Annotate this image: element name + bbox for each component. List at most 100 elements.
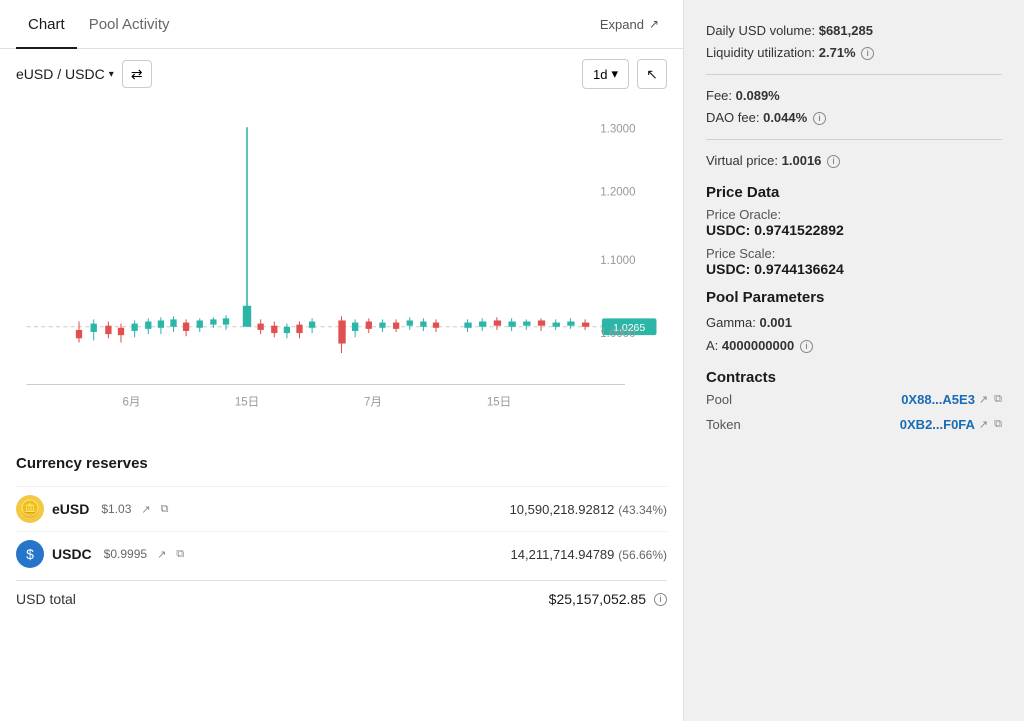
reserve-row-usdc: $ USDC $0.9995 ↗ ⧉ 14,211,714.94789 (56.… xyxy=(16,531,667,576)
interval-button[interactable]: 1d ▾ xyxy=(582,59,629,89)
a-row: A: 4000000000 i xyxy=(706,335,1002,357)
fee-row: Fee: 0.089% xyxy=(706,85,1002,107)
dao-fee-row: DAO fee: 0.044% i xyxy=(706,107,1002,129)
eusd-amount: 10,590,218.92812 xyxy=(510,502,615,517)
price-scale-currency: USDC: xyxy=(706,261,750,277)
svg-text:7月: 7月 xyxy=(364,397,382,409)
token-contract-label: Token xyxy=(706,417,761,432)
tab-chart[interactable]: Chart xyxy=(16,0,77,49)
pool-params-title: Pool Parameters xyxy=(706,289,1002,306)
usd-total-value: $25,157,052.85 xyxy=(549,591,646,607)
gamma-row: Gamma: 0.001 xyxy=(706,312,1002,334)
price-oracle-row: Price Oracle: USDC: 0.9741522892 xyxy=(706,207,1002,238)
svg-text:1.3000: 1.3000 xyxy=(600,124,635,136)
dao-fee-label: DAO fee: xyxy=(706,110,759,125)
eusd-icon: 🪙 xyxy=(16,495,44,523)
usdc-copy-button[interactable]: ⧉ xyxy=(176,548,184,561)
pair-name: eUSD / USDC xyxy=(16,66,105,82)
cursor-icon: ↖ xyxy=(646,66,658,83)
usdc-price: $0.9995 xyxy=(104,547,147,561)
divider-1 xyxy=(706,74,1002,75)
gamma-label: Gamma: xyxy=(706,315,756,330)
tabs-bar: Chart Pool Activity Expand ↗ xyxy=(0,0,683,49)
expand-button[interactable]: Expand ↗ xyxy=(592,13,667,36)
svg-text:1.0000: 1.0000 xyxy=(600,328,635,340)
token-address-link[interactable]: 0XB2...F0FA xyxy=(900,417,975,432)
virtual-price-row: Virtual price: 1.0016 i xyxy=(706,150,1002,172)
virtual-price-label: Virtual price: xyxy=(706,153,778,168)
usdc-external-link-button[interactable]: ↗ xyxy=(157,548,166,561)
token-contract-icons: ↗ ⧉ xyxy=(979,418,1002,431)
gamma-value: 0.001 xyxy=(759,315,792,330)
usdc-name: USDC xyxy=(52,546,92,562)
chart-area: 1.3000 1.2000 1.1000 1.0000 6月 15日 7月 15… xyxy=(0,99,683,439)
price-data-title: Price Data xyxy=(706,184,1002,201)
eusd-external-link-button[interactable]: ↗ xyxy=(141,503,150,516)
tab-pool-activity[interactable]: Pool Activity xyxy=(77,0,182,49)
a-info-icon[interactable]: i xyxy=(800,340,813,353)
price-scale-label: Price Scale: xyxy=(706,246,1002,261)
price-scale-number: 0.9744136624 xyxy=(754,261,844,277)
eusd-amount-group: 10,590,218.92812 (43.34%) xyxy=(510,501,667,517)
usdc-icon: $ xyxy=(16,540,44,568)
interval-label: 1d xyxy=(593,67,607,82)
pair-label[interactable]: eUSD / USDC ▾ xyxy=(16,66,114,82)
svg-text:15日: 15日 xyxy=(235,397,259,409)
liquidity-row: Liquidity utilization: 2.71% i xyxy=(706,42,1002,64)
pool-contract-label: Pool xyxy=(706,392,761,407)
eusd-copy-button[interactable]: ⧉ xyxy=(161,503,169,516)
expand-icon: ↗ xyxy=(649,17,659,31)
virtual-price-info-icon[interactable]: i xyxy=(827,155,840,168)
swap-icon: ⇄ xyxy=(131,66,143,83)
reserves-title: Currency reserves xyxy=(16,455,667,472)
usdc-pct: (56.66%) xyxy=(618,548,667,562)
divider-2 xyxy=(706,139,1002,140)
interval-arrow-icon: ▾ xyxy=(611,66,618,82)
svg-text:1.1000: 1.1000 xyxy=(600,255,635,267)
usd-total-row: USD total $25,157,052.85 i xyxy=(16,580,667,611)
pool-contract-icons: ↗ ⧉ xyxy=(979,393,1002,406)
pool-external-link-icon[interactable]: ↗ xyxy=(979,393,988,406)
chart-toolbar: eUSD / USDC ▾ ⇄ 1d ▾ ↖ xyxy=(0,49,683,99)
eusd-pct: (43.34%) xyxy=(618,503,667,517)
swap-button[interactable]: ⇄ xyxy=(122,60,152,88)
usdc-amount-group: 14,211,714.94789 (56.66%) xyxy=(511,546,667,562)
token-external-link-icon[interactable]: ↗ xyxy=(979,418,988,431)
usd-total-info-icon[interactable]: i xyxy=(654,593,667,606)
svg-text:1.2000: 1.2000 xyxy=(600,187,635,199)
price-scale-row: Price Scale: USDC: 0.9744136624 xyxy=(706,246,1002,277)
daily-volume-row: Daily USD volume: $681,285 xyxy=(706,20,1002,42)
price-oracle-currency: USDC: xyxy=(706,222,750,238)
pool-contract-right: 0X88...A5E3 ↗ ⧉ xyxy=(901,392,1002,407)
svg-text:15日: 15日 xyxy=(487,397,511,409)
liquidity-value: 2.71% xyxy=(819,45,856,60)
svg-text:6月: 6月 xyxy=(123,397,141,409)
pool-address-link[interactable]: 0X88...A5E3 xyxy=(901,392,975,407)
daily-volume-label: Daily USD volume: xyxy=(706,23,815,38)
usd-total-right: $25,157,052.85 i xyxy=(549,591,667,607)
fee-value: 0.089% xyxy=(736,88,780,103)
reserves-section: Currency reserves 🪙 eUSD $1.03 ↗ ⧉ 10,59… xyxy=(0,439,683,611)
price-oracle-label: Price Oracle: xyxy=(706,207,1002,222)
reserve-left-eusd: 🪙 eUSD $1.03 ↗ ⧉ xyxy=(16,495,168,523)
liquidity-label: Liquidity utilization: xyxy=(706,45,815,60)
expand-label: Expand xyxy=(600,17,644,32)
dropdown-arrow-icon: ▾ xyxy=(109,69,114,80)
cursor-button[interactable]: ↖ xyxy=(637,59,667,89)
token-contract-right: 0XB2...F0FA ↗ ⧉ xyxy=(900,417,1002,432)
liquidity-info-icon[interactable]: i xyxy=(861,47,874,60)
usd-total-label: USD total xyxy=(16,591,76,607)
token-copy-icon[interactable]: ⧉ xyxy=(994,418,1002,431)
pool-copy-icon[interactable]: ⧉ xyxy=(994,393,1002,406)
reserve-row-eusd: 🪙 eUSD $1.03 ↗ ⧉ 10,590,218.92812 (43.34… xyxy=(16,486,667,531)
virtual-price-value: 1.0016 xyxy=(782,153,822,168)
dao-fee-info-icon[interactable]: i xyxy=(813,112,826,125)
fee-label: Fee: xyxy=(706,88,732,103)
reserve-left-usdc: $ USDC $0.9995 ↗ ⧉ xyxy=(16,540,184,568)
pair-selector: eUSD / USDC ▾ ⇄ xyxy=(16,60,152,88)
a-label: A: xyxy=(706,338,718,353)
price-oracle-number: 0.9741522892 xyxy=(754,222,844,238)
toolbar-right: 1d ▾ ↖ xyxy=(582,59,667,89)
candlestick-chart: 1.3000 1.2000 1.1000 1.0000 6月 15日 7月 15… xyxy=(16,99,667,439)
token-contract-row: Token 0XB2...F0FA ↗ ⧉ xyxy=(706,417,1002,432)
